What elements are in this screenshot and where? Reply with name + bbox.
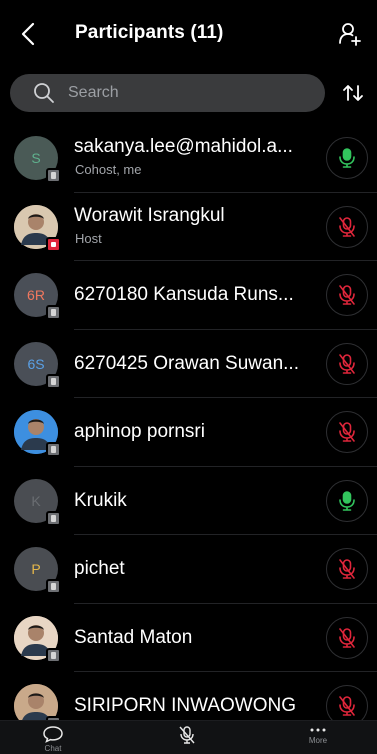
- participant-name: Krukik: [74, 489, 127, 511]
- mic-off-icon: [339, 285, 355, 305]
- mic-muted-button[interactable]: [326, 616, 368, 659]
- device-badge-icon: [46, 168, 61, 183]
- participant-name: 6270425 Orawan Suwan...: [74, 352, 299, 374]
- avatar: P: [14, 547, 61, 594]
- sort-button[interactable]: [337, 78, 369, 108]
- chevron-left-icon: [21, 22, 35, 46]
- avatar: S: [14, 136, 61, 183]
- sort-icon: [343, 85, 363, 101]
- more-label: More: [308, 736, 328, 745]
- device-badge-icon: [46, 442, 61, 457]
- search-placeholder: Search: [68, 84, 119, 101]
- mic-off-icon: [179, 726, 195, 744]
- avatar: 6R: [14, 273, 61, 320]
- device-badge-icon: [46, 373, 61, 389]
- mic-off-icon: [339, 696, 355, 716]
- chat-label: Chat: [44, 744, 62, 753]
- mic-on-icon: [339, 148, 355, 168]
- back-button[interactable]: [14, 18, 42, 50]
- header: Participants (11): [0, 0, 377, 70]
- device-badge-icon: [46, 305, 61, 320]
- mic-off-icon: [339, 216, 355, 237]
- mic-unmuted-button[interactable]: [326, 479, 368, 522]
- bottom-toolbar: Chat More: [0, 720, 377, 754]
- avatar-initials: 6S: [27, 355, 45, 372]
- participant-name: aphinop pornsri: [74, 421, 205, 442]
- participant-row[interactable]: Ppichet: [0, 535, 377, 604]
- participant-name: SIRIPORN INWAOWONG: [74, 695, 297, 716]
- invite-participant-button[interactable]: [335, 18, 365, 50]
- mic-off-icon: [339, 559, 355, 579]
- participant-row[interactable]: 6R 6270180 Kansuda Runs...: [0, 261, 377, 330]
- participant-row[interactable]: aphinop pornsri: [0, 398, 377, 467]
- participant-row[interactable]: Santad Maton: [0, 604, 377, 672]
- search-input[interactable]: Search: [10, 74, 325, 112]
- mute-all-button[interactable]: [178, 725, 196, 746]
- mic-muted-button[interactable]: [326, 342, 368, 385]
- device-badge-icon: [46, 510, 61, 526]
- participant-name: Santad Maton: [74, 626, 193, 648]
- mic-muted-button[interactable]: [326, 205, 368, 248]
- more-icon: [310, 728, 326, 732]
- participant-name: Worawit Israngkul: [74, 204, 225, 226]
- add-user-icon: [339, 23, 361, 46]
- avatar-initials: 6R: [27, 287, 45, 303]
- mic-muted-button[interactable]: [326, 411, 368, 453]
- mic-muted-button[interactable]: [326, 548, 368, 590]
- participant-row[interactable]: Worawit Israngkul Host: [0, 193, 377, 261]
- mic-unmuted-button[interactable]: [326, 137, 368, 179]
- participant-row[interactable]: 6S 6270425 Orawan Suwan...: [0, 330, 377, 398]
- avatar-initials: P: [31, 561, 41, 577]
- participant-name: sakanya.lee@mahidol.a...: [74, 136, 293, 157]
- avatar: [14, 410, 61, 457]
- avatar: [14, 204, 61, 252]
- participant-role: Host: [75, 230, 102, 246]
- device-badge-icon: [46, 647, 61, 663]
- avatar: 6S: [14, 341, 61, 389]
- device-badge-icon: [46, 579, 61, 594]
- host-badge-icon: [46, 236, 61, 252]
- participant-list: Ssakanya.lee@mahidol.a... Cohost, me Woraw…: [0, 124, 377, 741]
- mic-off-icon: [339, 353, 355, 374]
- mic-muted-button[interactable]: [326, 274, 368, 316]
- participant-role: Cohost, me: [75, 162, 142, 177]
- mic-off-icon: [339, 627, 355, 648]
- mic-on-icon: [339, 490, 355, 511]
- page-title: Participants (11): [75, 22, 224, 43]
- mic-off-icon: [339, 422, 355, 442]
- avatar: [14, 615, 61, 663]
- avatar-initials: K: [31, 492, 41, 509]
- avatar-initials: S: [31, 150, 41, 166]
- search-icon: [32, 81, 56, 105]
- chat-button[interactable]: Chat: [42, 725, 64, 753]
- participant-name: 6270180 Kansuda Runs...: [74, 284, 294, 305]
- participant-row[interactable]: Ssakanya.lee@mahidol.a... Cohost, me: [0, 124, 377, 193]
- avatar: K: [14, 478, 61, 526]
- participant-row[interactable]: K Krukik: [0, 467, 377, 535]
- chat-icon: [43, 726, 63, 743]
- more-button[interactable]: More: [308, 725, 328, 745]
- participant-name: pichet: [74, 558, 125, 579]
